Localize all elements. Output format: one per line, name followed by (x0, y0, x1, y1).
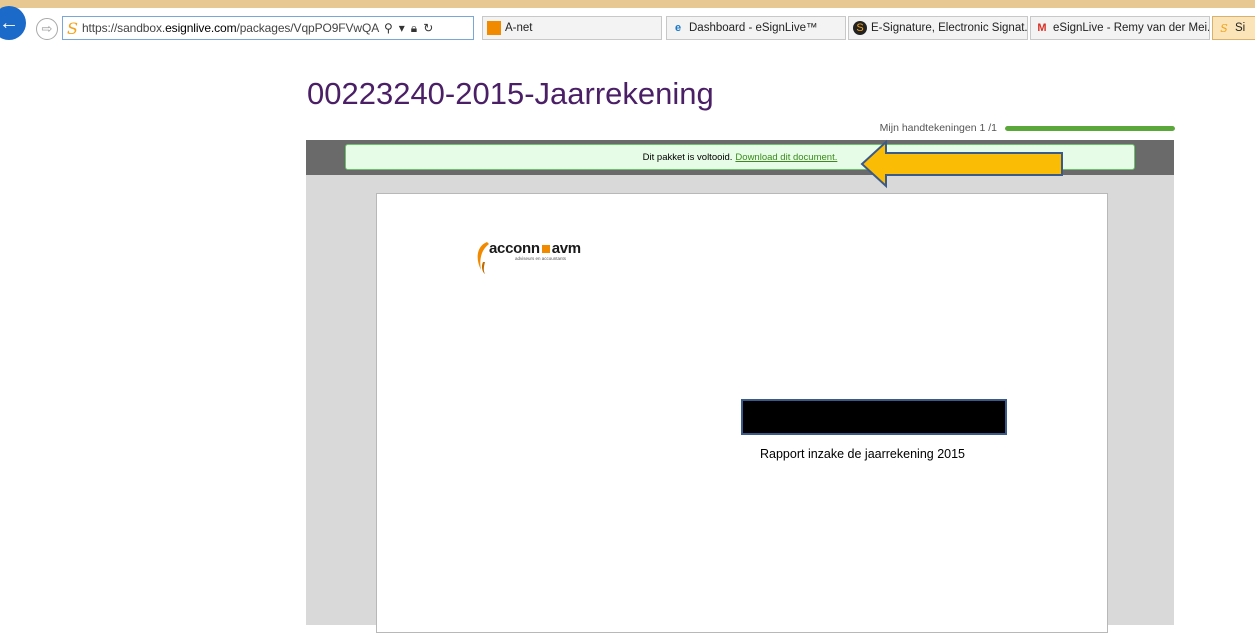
esignlive-s-icon: S (1220, 21, 1228, 35)
forward-button[interactable]: ⇨ (36, 18, 58, 40)
window-title-strip (0, 0, 1255, 8)
notice-text: Dit pakket is voltooid. (642, 151, 733, 163)
report-title: Rapport inzake de jaarrekening 2015 (760, 447, 965, 461)
url-host: esignlive.com (165, 21, 237, 35)
url-prefix: https://sandbox. (81, 21, 166, 35)
arrow-left-icon: ← (0, 11, 19, 34)
address-bar-icons: ⚲ ▾ 🔒︎ ↻ (384, 21, 433, 36)
ie-icon: e (674, 22, 682, 34)
signature-progress: Mijn handtekeningen 1 /1 (860, 120, 1175, 136)
dropdown-icon[interactable]: ▾ (399, 21, 405, 36)
back-button[interactable]: ← (0, 6, 26, 40)
tab-label: Si (1235, 22, 1246, 34)
download-document-link[interactable]: Download dit document. (735, 152, 837, 163)
esignlive-icon: S (853, 21, 867, 35)
tab-label: eSignLive - Remy van der Mei... (1053, 22, 1210, 34)
tab-label: A-net (505, 22, 533, 34)
search-icon[interactable]: ⚲ (384, 21, 393, 36)
progress-track (1005, 125, 1175, 131)
document-viewer[interactable]: Dit pakket is voltooid. Download dit doc… (306, 140, 1174, 633)
tab-e-signature[interactable]: S E-Signature, Electronic Signat... (848, 16, 1028, 40)
tab-a-net[interactable]: A-net (482, 16, 662, 40)
browser-chrome: ← ⇨ S https://sandbox.esignlive.com/pack… (0, 0, 1255, 44)
progress-label: Mijn handtekeningen 1 /1 (879, 122, 997, 134)
tab-gmail[interactable]: M eSignLive - Remy van der Mei... (1030, 16, 1210, 40)
logo-wordmark: acconn avm (489, 240, 581, 257)
company-logo: acconn avm adviseurs en accountants (473, 240, 623, 280)
tab-label: E-Signature, Electronic Signat... (871, 22, 1028, 34)
arrow-right-icon: ⇨ (41, 21, 53, 36)
redacted-block (741, 399, 1007, 435)
tab-dashboard[interactable]: e Dashboard - eSignLive™ (666, 16, 846, 40)
logo-name-right: avm (551, 240, 581, 257)
site-favicon-icon: S (67, 18, 78, 38)
tab-signing-active[interactable]: S Si (1212, 16, 1255, 40)
progress-fill (1005, 125, 1175, 131)
browser-toolbar: ← ⇨ S https://sandbox.esignlive.com/pack… (0, 6, 1255, 44)
tab-label: Dashboard - eSignLive™ (689, 22, 818, 34)
orange-square-icon (487, 21, 501, 35)
page-title: 00223240-2015-Jaarrekening (307, 76, 714, 111)
logo-square-icon (541, 244, 550, 253)
refresh-icon[interactable]: ↻ (423, 21, 433, 36)
logo-name-left: acconn (489, 240, 540, 257)
url-path: /packages/VqpPO9FVwQA1cQjpa6 (236, 21, 380, 35)
logo-tagline: adviseurs en accountants (515, 256, 567, 261)
url-text[interactable]: https://sandbox.esignlive.com/packages/V… (82, 21, 380, 35)
gmail-icon: M (1037, 22, 1047, 34)
address-bar[interactable]: S https://sandbox.esignlive.com/packages… (62, 16, 474, 40)
lock-icon[interactable]: 🔒︎ (411, 21, 417, 36)
annotation-arrow-icon (860, 139, 1063, 189)
document-page: acconn avm adviseurs en accountants Rappo… (376, 193, 1108, 633)
